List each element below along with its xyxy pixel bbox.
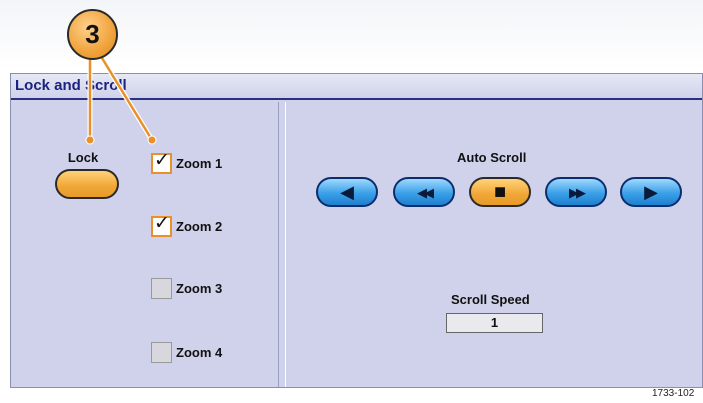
callout-number-badge: 3 xyxy=(67,9,118,60)
callout-leader-lines xyxy=(85,56,157,145)
